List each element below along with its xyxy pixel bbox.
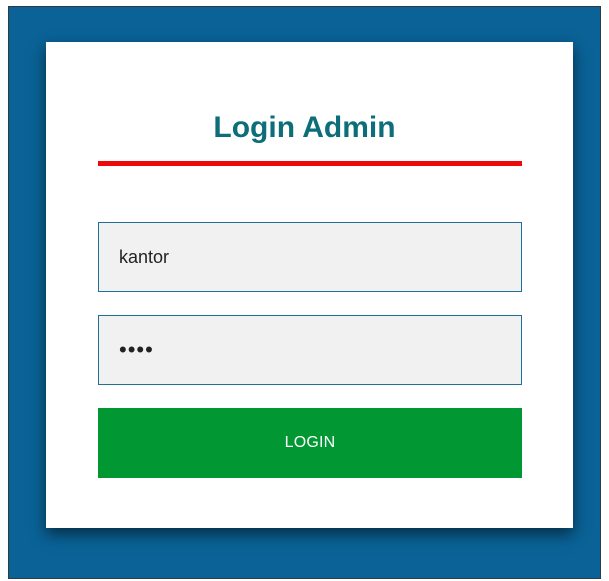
username-field[interactable]: [98, 222, 522, 292]
password-field[interactable]: [98, 315, 522, 385]
login-title: Login Admin: [213, 111, 396, 144]
title-underline: [98, 161, 522, 166]
login-button[interactable]: LOGIN: [98, 408, 522, 478]
